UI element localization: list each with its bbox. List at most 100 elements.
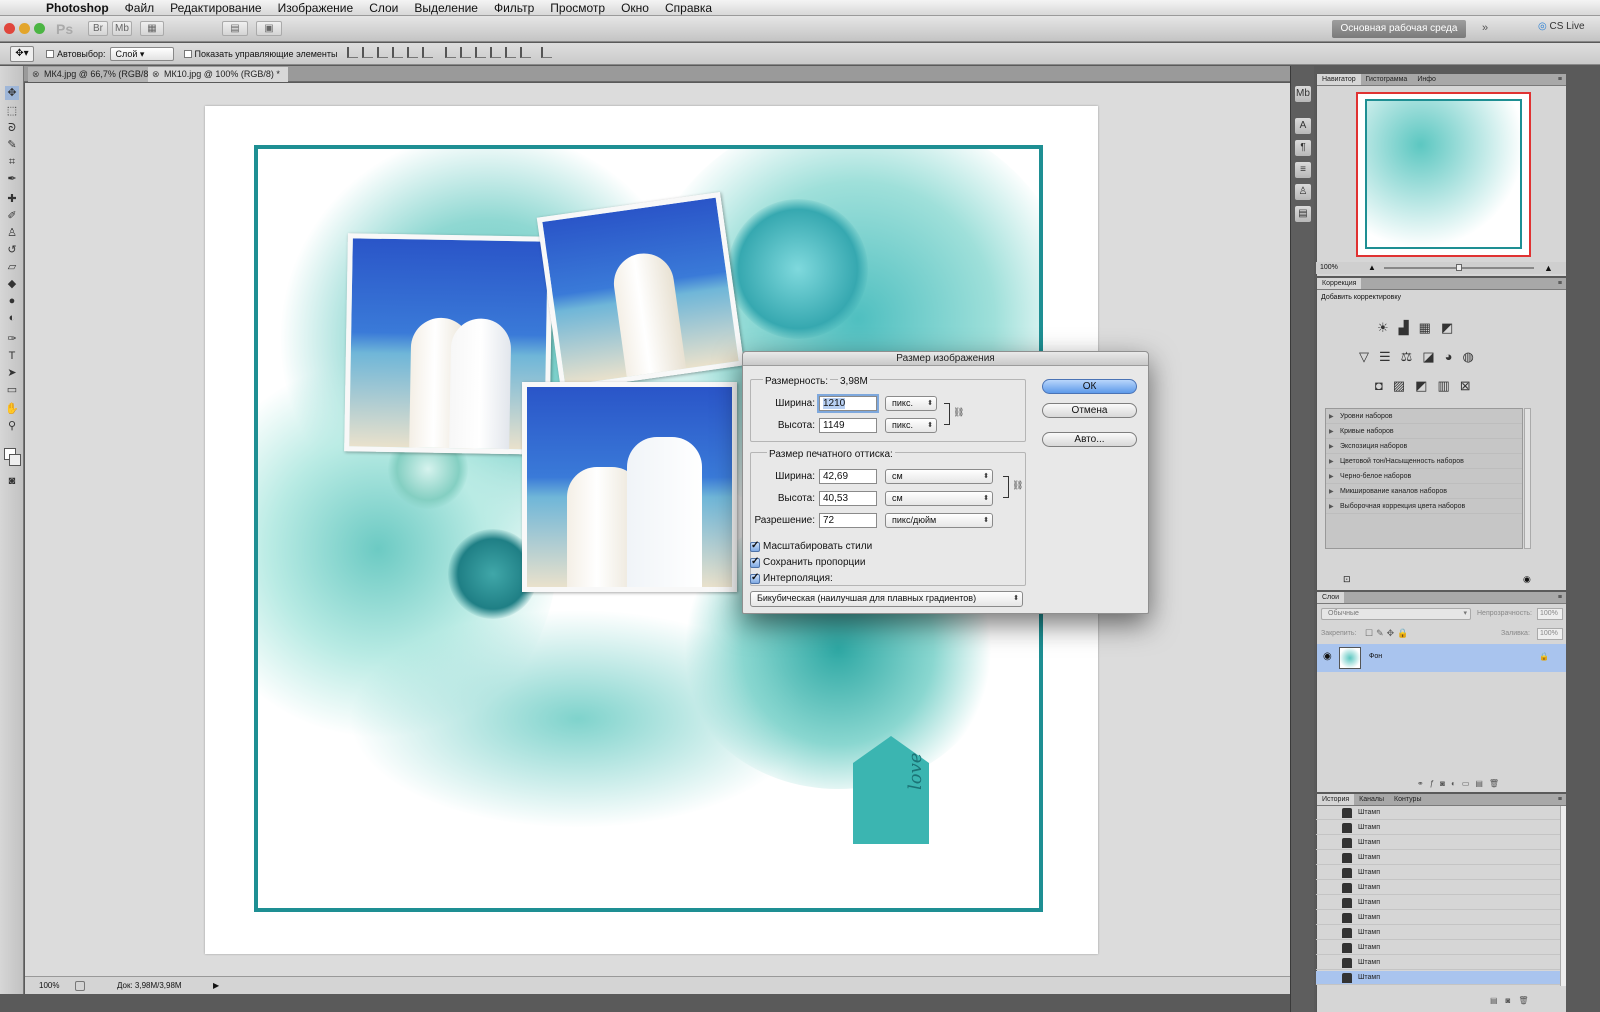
resolution-input[interactable]: 72: [819, 513, 877, 528]
photo-filter-icon[interactable]: ◕: [1445, 349, 1453, 365]
autoselect-target-select[interactable]: Слой ▾: [109, 46, 174, 61]
screen-mode-icon[interactable]: ▣: [256, 21, 282, 36]
minibridge-icon[interactable]: Mb: [112, 21, 132, 36]
print-height-input[interactable]: 40,53: [819, 491, 877, 506]
tab-histogram[interactable]: Гистограмма: [1361, 74, 1413, 85]
auto-button[interactable]: Авто...: [1042, 432, 1137, 447]
history-item[interactable]: Штамп: [1316, 806, 1560, 820]
align-buttons[interactable]: [347, 47, 437, 60]
menu-file[interactable]: Файл: [117, 1, 163, 15]
panel-menu-icon[interactable]: ≡: [1558, 74, 1566, 85]
brightness-icon[interactable]: ☀: [1377, 320, 1389, 336]
lasso-tool-icon[interactable]: ᘐ: [5, 121, 19, 135]
history-brush-tool-icon[interactable]: ↺: [5, 243, 19, 257]
zoom-window-button[interactable]: [34, 23, 45, 34]
opacity-input[interactable]: 100%: [1537, 608, 1563, 620]
menu-layers[interactable]: Слои: [361, 1, 406, 15]
print-width-input[interactable]: 42,69: [819, 469, 877, 484]
clone-source-panel-icon[interactable]: ♙: [1295, 184, 1311, 200]
lock-icons[interactable]: ☐✎✥🔒: [1365, 628, 1411, 639]
arrange-documents-icon[interactable]: ▤: [222, 21, 248, 36]
character-panel-icon[interactable]: A: [1295, 118, 1311, 134]
menu-window[interactable]: Окно: [613, 1, 657, 15]
layer-name[interactable]: Фон: [1369, 653, 1382, 660]
preset-hue-saturation[interactable]: Цветовой тон/Насыщенность наборов: [1326, 455, 1522, 469]
history-scrollbar[interactable]: [1560, 806, 1566, 986]
history-item[interactable]: Штамп: [1316, 956, 1560, 970]
close-window-button[interactable]: [4, 23, 15, 34]
dodge-tool-icon[interactable]: ◐: [5, 311, 19, 325]
exposure-icon[interactable]: ◩: [1441, 320, 1453, 336]
brush-tool-icon[interactable]: ✐: [5, 209, 19, 223]
preset-exposure[interactable]: Экспозиция наборов: [1326, 440, 1522, 454]
preset-black-white[interactable]: Черно-белое наборов: [1326, 470, 1522, 484]
navigator-zoom-value[interactable]: 100%: [1320, 262, 1338, 274]
minimize-window-button[interactable]: [19, 23, 30, 34]
invert-icon[interactable]: ◘: [1375, 378, 1383, 394]
resample-method-select[interactable]: Бикубическая (наилучшая для плавных град…: [750, 591, 1023, 607]
eraser-tool-icon[interactable]: ▱: [5, 260, 19, 274]
healing-brush-tool-icon[interactable]: ✚: [5, 192, 19, 206]
visibility-eye-icon[interactable]: ◉: [1323, 651, 1332, 662]
quick-select-tool-icon[interactable]: ✎: [5, 138, 19, 152]
resolution-unit-select[interactable]: пикс/дюйм ⬍: [885, 513, 993, 528]
quick-mask-icon[interactable]: ◙: [5, 474, 19, 488]
hue-saturation-icon[interactable]: ☰: [1379, 349, 1391, 365]
type-tool-icon[interactable]: T: [5, 349, 19, 363]
zoom-tool-icon[interactable]: ⚲: [5, 419, 19, 433]
tab-paths[interactable]: Контуры: [1389, 794, 1426, 805]
constrain-proportions-checkbox[interactable]: [750, 556, 760, 568]
preset-levels[interactable]: Уровни наборов: [1326, 410, 1522, 424]
crop-tool-icon[interactable]: ⌗: [5, 155, 19, 169]
foreground-color-swatch[interactable]: [9, 454, 21, 466]
close-tab-icon[interactable]: ⊗: [152, 67, 160, 81]
cs-live-button[interactable]: ◎ CS Live: [1538, 21, 1585, 32]
path-select-tool-icon[interactable]: ➤: [5, 366, 19, 380]
adjustment-panel-footer-icon[interactable]: ⊡: [1343, 574, 1351, 585]
tab-adjustments[interactable]: Коррекция: [1317, 278, 1362, 289]
tab-history[interactable]: История: [1317, 794, 1355, 805]
brush-panel-icon[interactable]: ≡: [1295, 162, 1311, 178]
history-item-selected[interactable]: Штамп: [1316, 971, 1560, 985]
tab-mk10[interactable]: ⊗ МК10.jpg @ 100% (RGB/8) *: [148, 67, 288, 82]
tool-presets-panel-icon[interactable]: ▤: [1295, 206, 1311, 222]
close-tab-icon[interactable]: ⊗: [32, 67, 40, 81]
eyedropper-tool-icon[interactable]: ✒: [5, 172, 19, 186]
menu-view[interactable]: Просмотр: [542, 1, 613, 15]
tab-channels[interactable]: Каналы: [1354, 794, 1389, 805]
zoom-in-icon[interactable]: ▲: [1544, 262, 1553, 274]
adjustment-panel-camera-icon[interactable]: ◉: [1523, 574, 1531, 585]
shape-tool-icon[interactable]: ▭: [5, 383, 19, 397]
print-width-unit-select[interactable]: см ⬍: [885, 469, 993, 484]
paragraph-panel-icon[interactable]: ¶: [1295, 140, 1311, 156]
zoom-slider-handle[interactable]: [1456, 264, 1462, 271]
history-footer-icons[interactable]: ▤◙🗑: [1490, 996, 1537, 1005]
width-px-input[interactable]: 1210: [819, 396, 877, 411]
history-item[interactable]: Штамп: [1316, 881, 1560, 895]
autoselect-checkbox[interactable]: [46, 49, 57, 59]
preset-channel-mixer[interactable]: Микширование каналов наборов: [1326, 485, 1522, 499]
channel-mixer-icon[interactable]: ◍: [1462, 349, 1473, 365]
fill-input[interactable]: 100%: [1537, 628, 1563, 640]
gradient-map-icon[interactable]: ▥: [1437, 378, 1449, 394]
clone-stamp-tool-icon[interactable]: ♙: [5, 226, 19, 240]
pen-tool-icon[interactable]: ✑: [5, 332, 19, 346]
workspace-button[interactable]: Основная рабочая среда: [1332, 20, 1466, 38]
black-white-icon[interactable]: ◪: [1422, 349, 1434, 365]
marquee-tool-icon[interactable]: ⬚: [5, 104, 19, 118]
tab-layers[interactable]: Слои: [1317, 592, 1345, 603]
height-px-unit-select[interactable]: пикс. ⬍: [885, 418, 937, 433]
print-height-unit-select[interactable]: см ⬍: [885, 491, 993, 506]
panel-menu-icon[interactable]: ≡: [1558, 592, 1566, 603]
blur-tool-icon[interactable]: ●: [5, 294, 19, 308]
preset-curves[interactable]: Кривые наборов: [1326, 425, 1522, 439]
levels-icon[interactable]: ▟: [1399, 320, 1409, 336]
history-item[interactable]: Штамп: [1316, 836, 1560, 850]
scale-styles-checkbox[interactable]: [750, 540, 760, 552]
app-menu[interactable]: Photoshop: [38, 1, 117, 15]
status-icon[interactable]: [75, 981, 85, 991]
tab-info[interactable]: Инфо: [1412, 74, 1441, 85]
presets-scrollbar[interactable]: [1524, 408, 1531, 549]
resample-checkbox[interactable]: [750, 572, 760, 584]
height-px-input[interactable]: 1149: [819, 418, 877, 433]
